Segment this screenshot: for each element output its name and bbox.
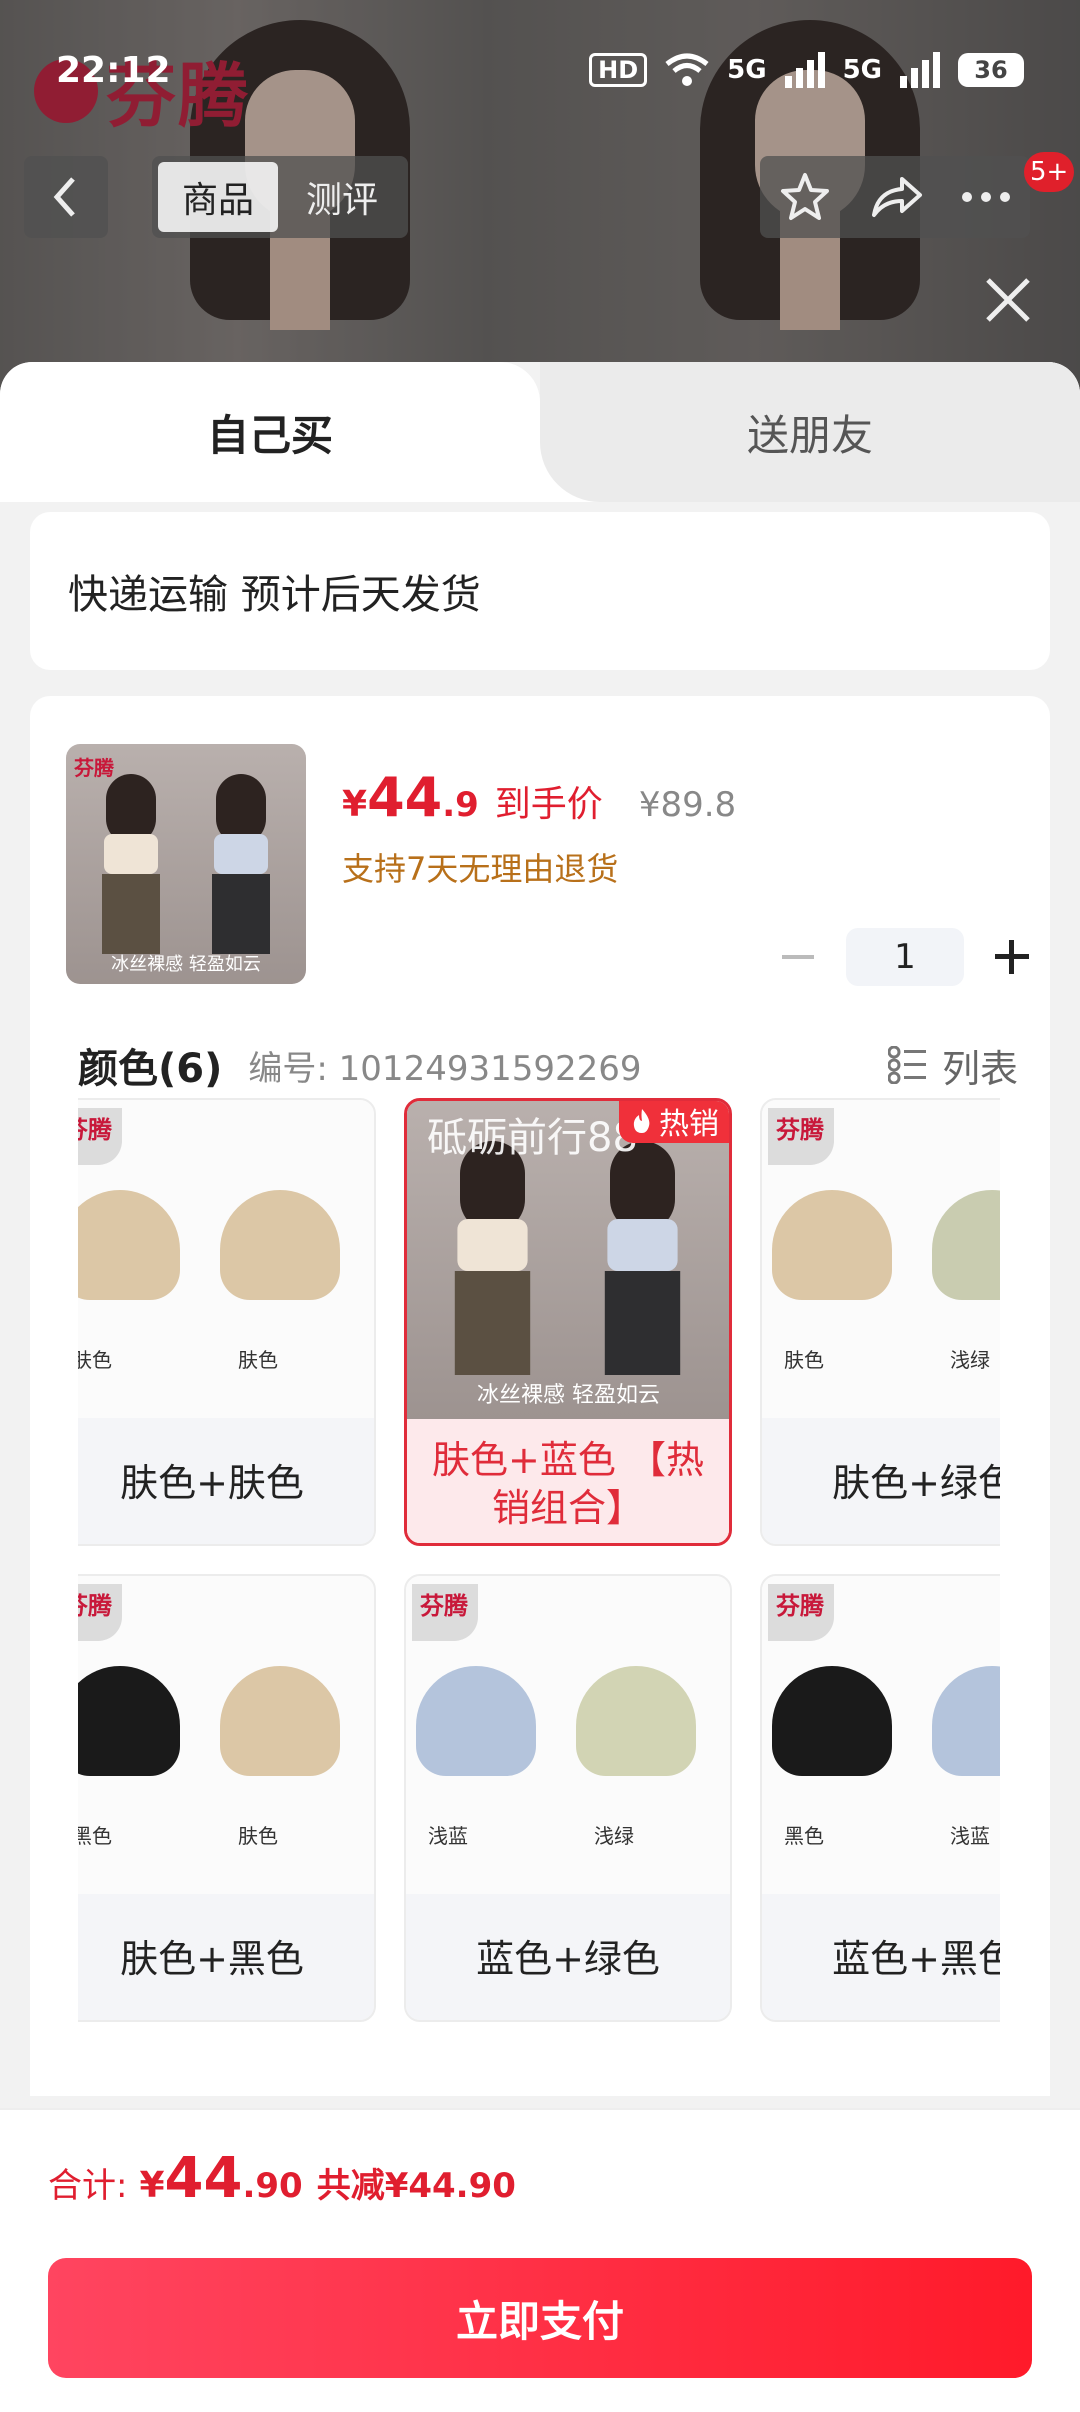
thumbnail-caption: 冰丝裸感 轻盈如云 [111,954,261,975]
option-brand-logo: 芬腾 [78,1108,122,1165]
status-time: 22:12 [56,49,171,91]
total-label: 合计: [48,2166,128,2206]
quantity-stepper: 1 [770,928,1040,986]
order-total: 合计: ¥ 44 .90 共减¥44.90 [48,2146,516,2211]
wifi-icon [665,53,709,86]
option-image: 肤色 浅绿 芬腾 [762,1100,1000,1418]
list-view-label: 列表 [941,1046,1018,1091]
share-icon[interactable] [868,171,924,223]
pay-now-button[interactable]: 立即支付 [48,2258,1032,2378]
option-image: 黑色肤色 芬腾 [78,1576,374,1894]
total-amount: 44 [164,2146,243,2211]
star-icon[interactable] [779,171,831,223]
thumbnail-brand-logo: 芬腾 [74,756,114,780]
list-view-toggle[interactable]: 列表 [887,1038,1018,1093]
option-brand-logo: 芬腾 [412,1584,478,1641]
option-label: 蓝色+绿色 [406,1894,730,2020]
color-options-grid: 肤色肤色 芬腾 肤色+肤色 砥砺前行88 冰丝裸感 轻盈如云 热销 肤色+蓝色 … [78,1098,1000,2098]
signal-bars-icon [784,52,825,88]
color-option-blue-black[interactable]: 黑色 浅蓝 芬腾 蓝色+黑色 [760,1574,1000,2022]
image-watermark: 砥砺前行88 [427,1115,638,1161]
color-section-title: 颜色(6) [78,1046,223,1092]
option-image-caption: 冰丝裸感 轻盈如云 [477,1383,660,1408]
nav-tabs: 商品 测评 [152,156,408,238]
signal-bars-icon [900,52,940,88]
original-price: ¥89.8 [638,785,737,825]
option-image: 砥砺前行88 冰丝裸感 轻盈如云 [407,1101,729,1419]
purchase-sheet: 送朋友 自己买 快递运输 预计后天发货 芬腾 冰丝裸感 轻盈如云 ¥44.9 到… [0,362,1080,2412]
final-price-label: 到手价 [494,784,603,825]
return-policy: 支持7天无理由退货 [342,850,619,888]
signal-5g-label-2: 5G [842,55,882,85]
top-nav: 商品 测评 [0,156,1080,238]
hot-sale-badge: 热销 [619,1101,729,1143]
option-label: 肤色+绿色 [762,1418,1000,1544]
status-icons: HD 5G 5G 36 [589,52,1024,88]
color-option-blue-green[interactable]: 浅蓝 浅绿 芬腾 蓝色+绿色 [404,1574,732,2022]
plus-icon [995,940,1029,974]
back-button[interactable] [24,156,108,238]
color-section-header: 颜色(6) 编号: 10124931592269 列表 [78,1036,1018,1094]
nav-actions [760,156,1030,238]
signal-5g-label-1: 5G [727,55,767,85]
hd-icon: HD [589,53,648,87]
color-option-skin-blue[interactable]: 砥砺前行88 冰丝裸感 轻盈如云 热销 肤色+蓝色 【热销组合】 [404,1098,732,1546]
battery-icon: 36 [958,53,1024,87]
option-brand-logo: 芬腾 [768,1108,834,1165]
tab-review[interactable]: 测评 [282,162,402,232]
discount-total: 共减¥44.90 [316,2166,516,2206]
product-options-card: 芬腾 冰丝裸感 轻盈如云 ¥44.9 到手价 ¥89.8 支持7天无理由退货 1… [30,696,1050,2096]
option-brand-logo: 芬腾 [78,1584,122,1641]
tab-buy-self[interactable]: 自己买 [0,362,540,502]
chevron-left-icon [53,177,75,217]
product-thumbnail: 芬腾 冰丝裸感 轻盈如云 [66,744,306,984]
price-row: ¥44.9 到手价 ¥89.8 [342,766,736,829]
decrease-quantity-button[interactable] [770,929,826,985]
final-price: ¥44.9 [342,766,479,829]
shipping-info: 快递运输 预计后天发货 [30,512,1050,670]
checkout-bar: 合计: ¥ 44 .90 共减¥44.90 立即支付 [0,2108,1080,2412]
option-label: 肤色+蓝色 【热销组合】 [407,1419,729,1543]
option-image: 浅蓝 浅绿 芬腾 [406,1576,730,1894]
tab-product[interactable]: 商品 [158,162,278,232]
increase-quantity-button[interactable] [984,929,1040,985]
option-image: 肤色肤色 芬腾 [78,1100,374,1418]
quantity-value[interactable]: 1 [846,928,964,986]
message-count-badge: 5+ [1024,152,1075,192]
tab-gift-friend[interactable]: 送朋友 [540,362,1080,502]
list-icon [887,1046,926,1084]
flame-icon [633,1109,650,1133]
purchase-mode-tabs: 送朋友 自己买 [0,362,1080,502]
status-bar: 22:12 HD 5G 5G 36 [0,40,1080,100]
option-label: 肤色+肤色 [78,1418,374,1544]
more-icon[interactable] [961,191,1011,203]
minus-icon [782,955,814,959]
option-brand-logo: 芬腾 [768,1584,834,1641]
option-image: 黑色 浅蓝 芬腾 [762,1576,1000,1894]
color-option-skin-black[interactable]: 黑色肤色 芬腾 肤色+黑色 [78,1574,376,2022]
sku-number: 编号: 10124931592269 [248,1048,642,1089]
option-label: 蓝色+黑色 [762,1894,1000,2020]
color-option-skin-green[interactable]: 肤色 浅绿 芬腾 肤色+绿色 [760,1098,1000,1546]
color-option-skin-skin[interactable]: 肤色肤色 芬腾 肤色+肤色 [78,1098,376,1546]
close-icon[interactable] [980,272,1036,328]
option-label: 肤色+黑色 [78,1894,374,2020]
